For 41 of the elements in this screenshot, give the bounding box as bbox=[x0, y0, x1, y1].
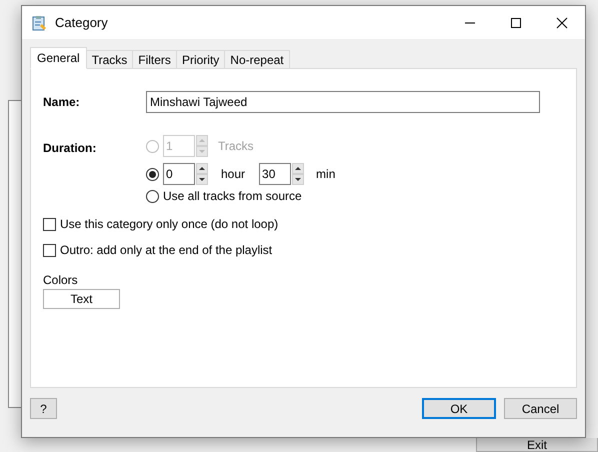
maximize-icon bbox=[510, 16, 522, 28]
spin-up-button[interactable] bbox=[292, 163, 304, 174]
tab[interactable]: General bbox=[30, 47, 87, 69]
up-arrow-icon bbox=[198, 165, 206, 172]
colors-label: Colors bbox=[43, 272, 78, 289]
up-arrow-icon bbox=[198, 137, 206, 144]
close-icon bbox=[556, 16, 568, 28]
tab[interactable]: Priority bbox=[176, 50, 226, 69]
tab[interactable]: Filters bbox=[133, 50, 177, 69]
minimize-icon bbox=[465, 22, 475, 24]
cancel-button[interactable]: Cancel bbox=[504, 398, 577, 419]
help-button[interactable]: ? bbox=[30, 398, 57, 419]
duration-label: Duration: bbox=[43, 140, 98, 157]
unit-label: Tracks bbox=[218, 138, 254, 155]
radio-button[interactable] bbox=[146, 190, 159, 202]
option-label: Use all tracks from source bbox=[163, 188, 302, 205]
down-arrow-icon bbox=[198, 176, 206, 183]
number-field[interactable]: 30 bbox=[259, 163, 292, 185]
spin-up-button[interactable] bbox=[196, 163, 208, 174]
checkbox-label: Outro: add only at the end of the playlist bbox=[60, 242, 272, 259]
text-color-button[interactable]: Text bbox=[43, 289, 120, 309]
ok-button[interactable]: OK bbox=[422, 398, 496, 419]
exit-button[interactable]: Exit bbox=[476, 438, 598, 452]
checkbox[interactable] bbox=[43, 218, 56, 230]
radio-button[interactable] bbox=[146, 168, 159, 180]
name-field[interactable]: Minshawi Tajweed bbox=[146, 91, 540, 113]
checkbox-label: Use this category only once (do not loop) bbox=[60, 216, 278, 233]
tab[interactable]: Tracks bbox=[86, 50, 134, 69]
down-arrow-icon bbox=[294, 176, 302, 183]
unit-label: min bbox=[316, 166, 336, 183]
unit-label: hour bbox=[221, 166, 246, 183]
name-label: Name: bbox=[43, 94, 81, 111]
up-arrow-icon bbox=[294, 165, 302, 172]
tab[interactable]: No-repeat bbox=[225, 50, 290, 69]
clipboard-icon bbox=[31, 14, 47, 30]
dialog-title: Category bbox=[55, 14, 109, 32]
number-field[interactable]: 0 bbox=[163, 163, 195, 185]
checkbox[interactable] bbox=[43, 244, 56, 256]
spin-down-button[interactable] bbox=[292, 174, 304, 185]
down-arrow-icon bbox=[198, 148, 206, 155]
spin-down-button[interactable] bbox=[196, 174, 208, 185]
